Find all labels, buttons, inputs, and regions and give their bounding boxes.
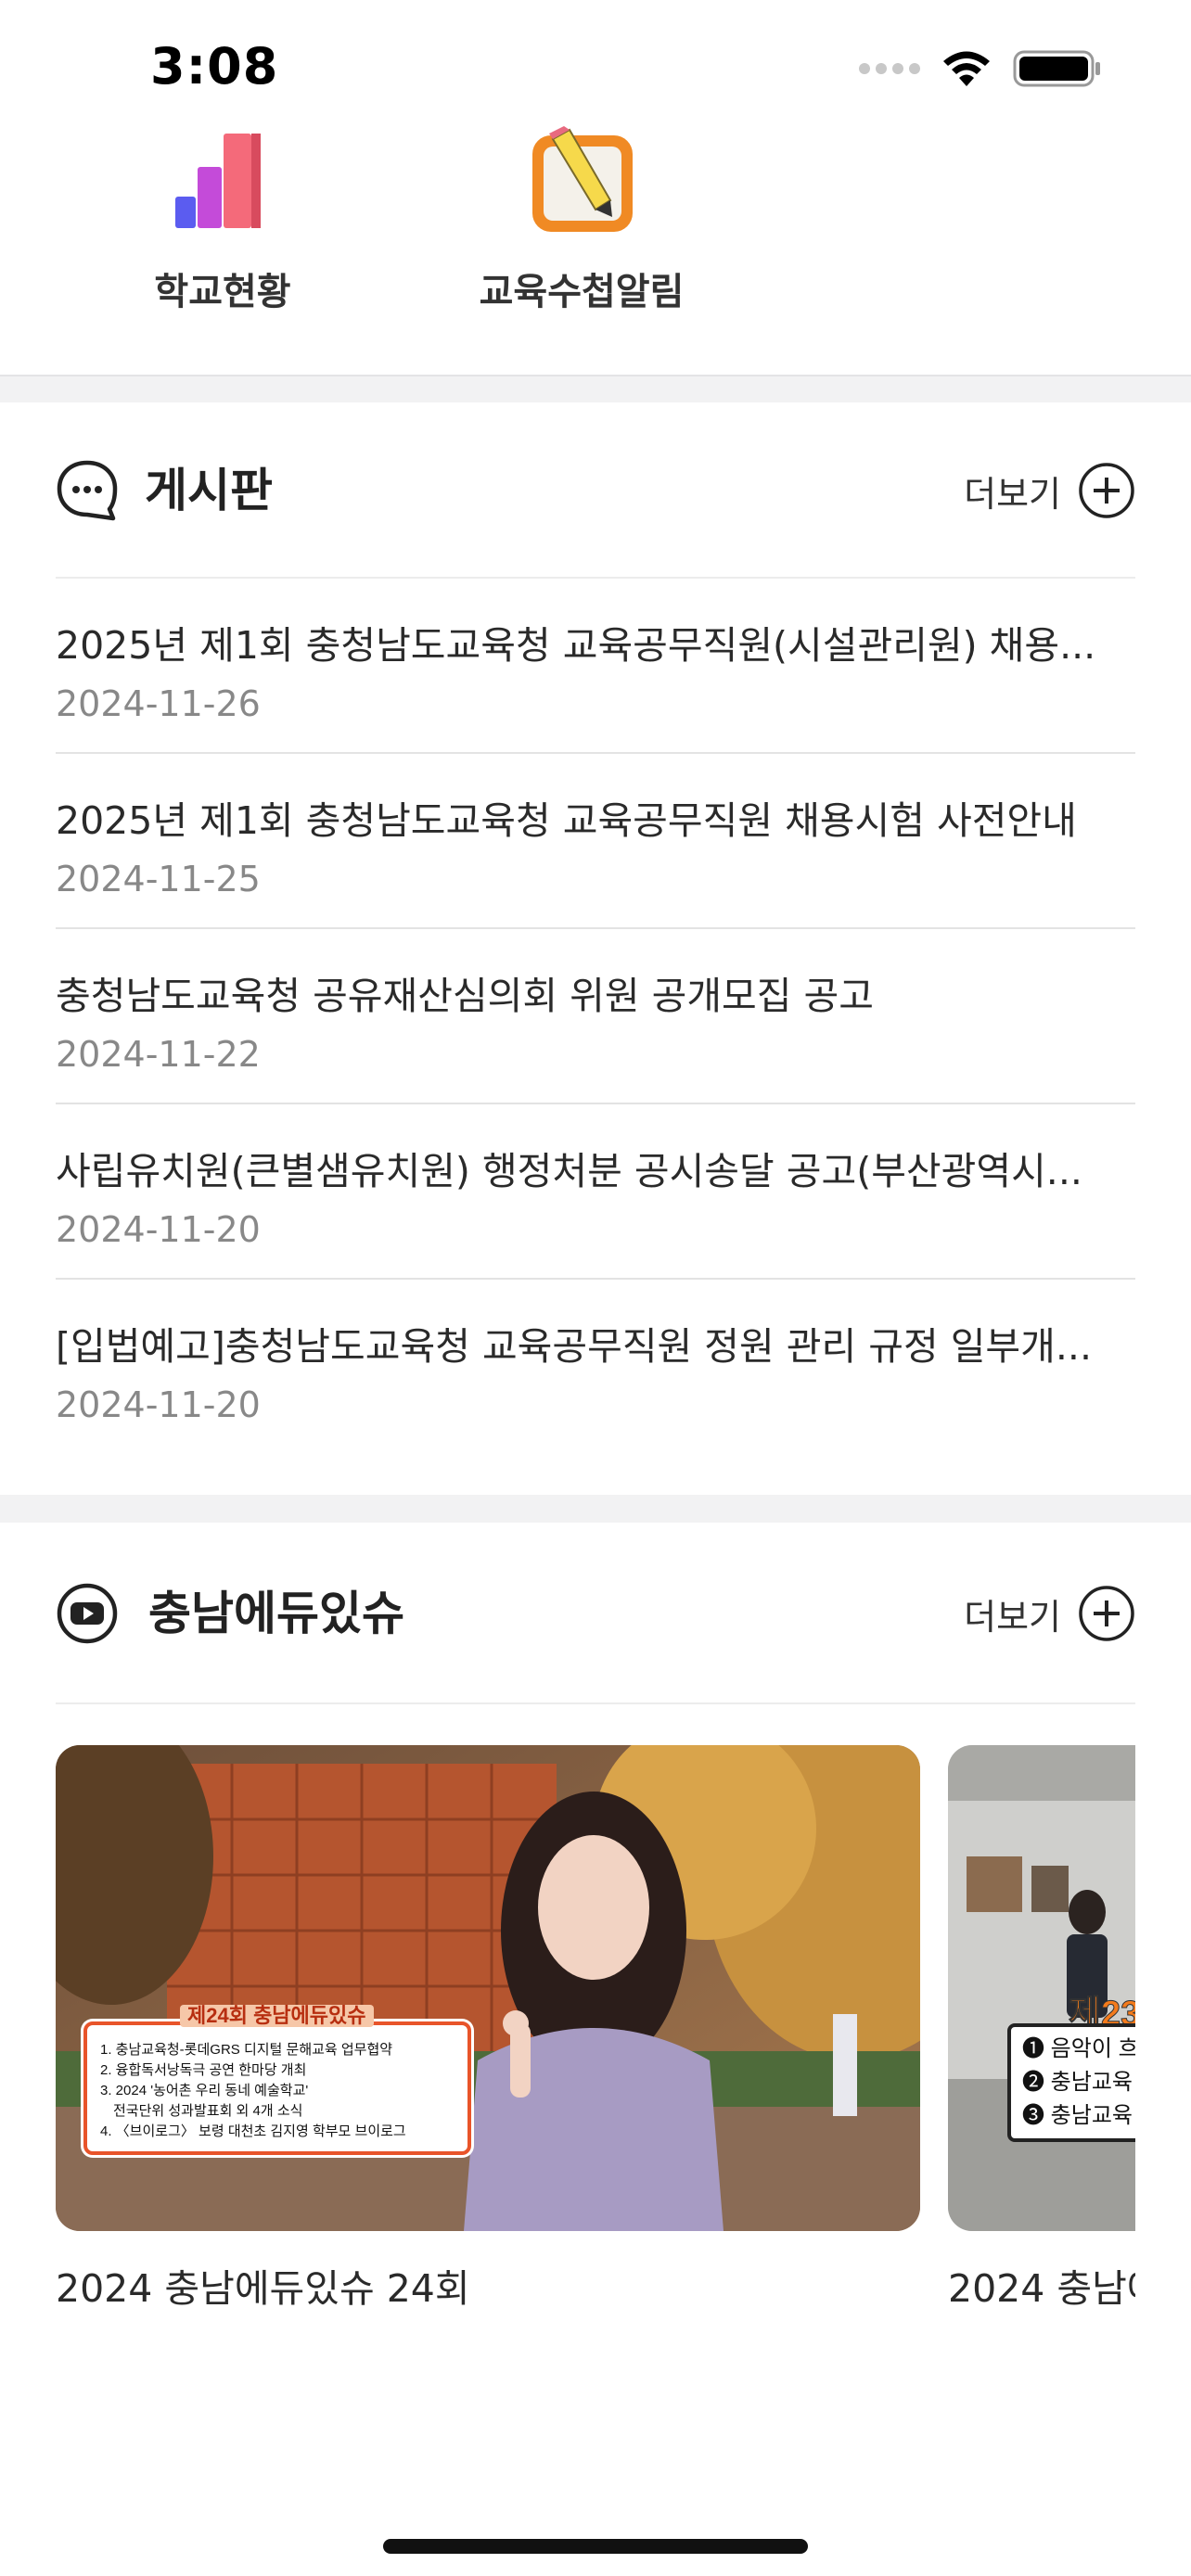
edu-issue-more-button[interactable]: 더보기 bbox=[964, 1582, 1135, 1645]
bar-chart-icon bbox=[175, 134, 261, 228]
thumbnail-caption-line: 4. 〈브이로그〉 보령 대천초 김지영 학부모 브이로그 bbox=[100, 2123, 406, 2139]
notepad-pencil-icon bbox=[532, 126, 633, 232]
thumbnail-caption-line: ❸ 충남교육 bbox=[1022, 2103, 1133, 2128]
quick-item-label: 교육수첩알림 bbox=[479, 271, 685, 313]
board-item-date: 2024-11-25 bbox=[56, 859, 261, 899]
thumbnail-caption-line: 3. 2024 '농어촌 우리 동네 예술학교' bbox=[100, 2083, 309, 2098]
video-thumbnail-image bbox=[56, 1745, 920, 2231]
board-list-item[interactable]: 2025년 제1회 충청남도교육청 교육공무직원 채용시험 사전안내 2024-… bbox=[56, 754, 1135, 929]
board-header: 게시판 더보기 bbox=[56, 402, 1135, 579]
more-label: 더보기 bbox=[964, 1596, 1061, 1638]
edu-issue-header: 충남에듀있슈 더보기 bbox=[56, 1523, 1135, 1704]
board-list-item[interactable]: 사립유치원(큰별샘유치원) 행정처분 공시송달 공고(부산광역시... 2024… bbox=[56, 1104, 1135, 1280]
edu-issue-section: 충남에듀있슈 더보기 bbox=[0, 1523, 1191, 1745]
thumbnail-caption-line: ❶ 음악이 흐 bbox=[1022, 2036, 1135, 2061]
home-indicator[interactable] bbox=[383, 2539, 808, 2554]
status-icons bbox=[859, 48, 1102, 89]
quick-menu: 학교현황 교육수첩알림 bbox=[0, 121, 1191, 376]
video-thumbnail[interactable]: 제24회 충남에듀있슈 1. 충남교육청-롯데GRS 디지털 문해교육 업무협약… bbox=[56, 1745, 920, 2231]
board-item-date: 2024-11-20 bbox=[56, 1384, 261, 1425]
board-item-title: [입법예고]충청남도교육청 교육공무직원 정원 관리 규정 일부개... bbox=[56, 1324, 1092, 1369]
thumbnail-caption-heading: 제24회 충남에듀있슈 bbox=[180, 2005, 374, 2027]
section-divider bbox=[0, 1495, 1191, 1523]
youtube-play-icon bbox=[57, 1583, 118, 1644]
cellular-signal-icon bbox=[859, 63, 920, 74]
video-thumbnail[interactable]: 제23회 ❶ 음악이 흐 ❷ 충남교육 ❸ 충남교육 bbox=[948, 1745, 1135, 2231]
quick-item-school-status[interactable]: 학교현황 bbox=[102, 121, 343, 315]
video-carousel[interactable]: 제24회 충남에듀있슈 1. 충남교육청-롯데GRS 디지털 문해교육 업무협약… bbox=[56, 1745, 1135, 2320]
video-title: 2024 충남에듀있슈 23회 bbox=[948, 2266, 1135, 2311]
board-item-date: 2024-11-20 bbox=[56, 1209, 261, 1250]
video-card[interactable]: 제23회 ❶ 음악이 흐 ❷ 충남교육 ❸ 충남교육 2024 충남에듀있슈 2… bbox=[948, 1745, 1135, 2313]
board-item-date: 2024-11-26 bbox=[56, 683, 261, 724]
section-title: 충남에듀있슈 bbox=[148, 1587, 404, 1640]
quick-item-edu-notebook[interactable]: 교육수첩알림 bbox=[461, 121, 702, 315]
board-item-title: 충청남도교육청 공유재산심의회 위원 공개모집 공고 bbox=[56, 974, 874, 1018]
board-item-date: 2024-11-22 bbox=[56, 1034, 261, 1075]
status-bar: 3:08 bbox=[0, 0, 1191, 130]
board-list-item[interactable]: [입법예고]충청남도교육청 교육공무직원 정원 관리 규정 일부개... 202… bbox=[56, 1280, 1135, 1455]
board-list-item[interactable]: 2025년 제1회 충청남도교육청 교육공무직원(시설관리원) 채용... 20… bbox=[56, 579, 1135, 754]
video-title: 2024 충남에듀있슈 24회 bbox=[56, 2266, 470, 2311]
board-section: 게시판 더보기 2025년 제1회 충청남도교육청 교육공무직원(시설관리원) … bbox=[0, 402, 1191, 1495]
wifi-icon bbox=[943, 51, 990, 86]
thumbnail-caption-box: ❶ 음악이 흐 ❷ 충남교육 ❸ 충남교육 bbox=[1007, 2023, 1135, 2142]
thumbnail-caption-line: ❷ 충남교육 bbox=[1022, 2070, 1133, 2095]
thumbnail-caption-box: 제24회 충남에듀있슈 1. 충남교육청-롯데GRS 디지털 문해교육 업무협약… bbox=[83, 2005, 471, 2155]
board-item-title: 2025년 제1회 충청남도교육청 교육공무직원 채용시험 사전안내 bbox=[56, 798, 1077, 843]
quick-item-label: 학교현황 bbox=[154, 271, 291, 313]
board-list: 2025년 제1회 충청남도교육청 교육공무직원(시설관리원) 채용... 20… bbox=[56, 579, 1135, 1455]
plus-circle-icon bbox=[1079, 463, 1134, 518]
thumbnail-caption-line: 전국단위 성과발표회 외 4개 소식 bbox=[113, 2103, 303, 2119]
plus-circle-icon bbox=[1079, 1586, 1134, 1641]
section-title: 게시판 bbox=[145, 464, 273, 517]
thumbnail-caption-line: 1. 충남교육청-롯데GRS 디지털 문해교육 업무협약 bbox=[100, 2042, 393, 2058]
board-more-button[interactable]: 더보기 bbox=[964, 459, 1135, 522]
board-item-title: 사립유치원(큰별샘유치원) 행정처분 공시송달 공고(부산광역시... bbox=[56, 1149, 1082, 1193]
video-card[interactable]: 제24회 충남에듀있슈 1. 충남교육청-롯데GRS 디지털 문해교육 업무협약… bbox=[56, 1745, 920, 2313]
more-label: 더보기 bbox=[964, 473, 1061, 515]
speech-bubble-icon bbox=[57, 460, 118, 521]
section-divider bbox=[0, 375, 1191, 402]
board-item-title: 2025년 제1회 충청남도교육청 교육공무직원(시설관리원) 채용... bbox=[56, 623, 1096, 668]
thumbnail-caption-line: 2. 융합독서낭독극 공연 한마당 개최 bbox=[100, 2062, 307, 2078]
status-time: 3:08 bbox=[150, 37, 279, 96]
battery-icon bbox=[1013, 50, 1100, 87]
board-list-item[interactable]: 충청남도교육청 공유재산심의회 위원 공개모집 공고 2024-11-22 bbox=[56, 929, 1135, 1104]
